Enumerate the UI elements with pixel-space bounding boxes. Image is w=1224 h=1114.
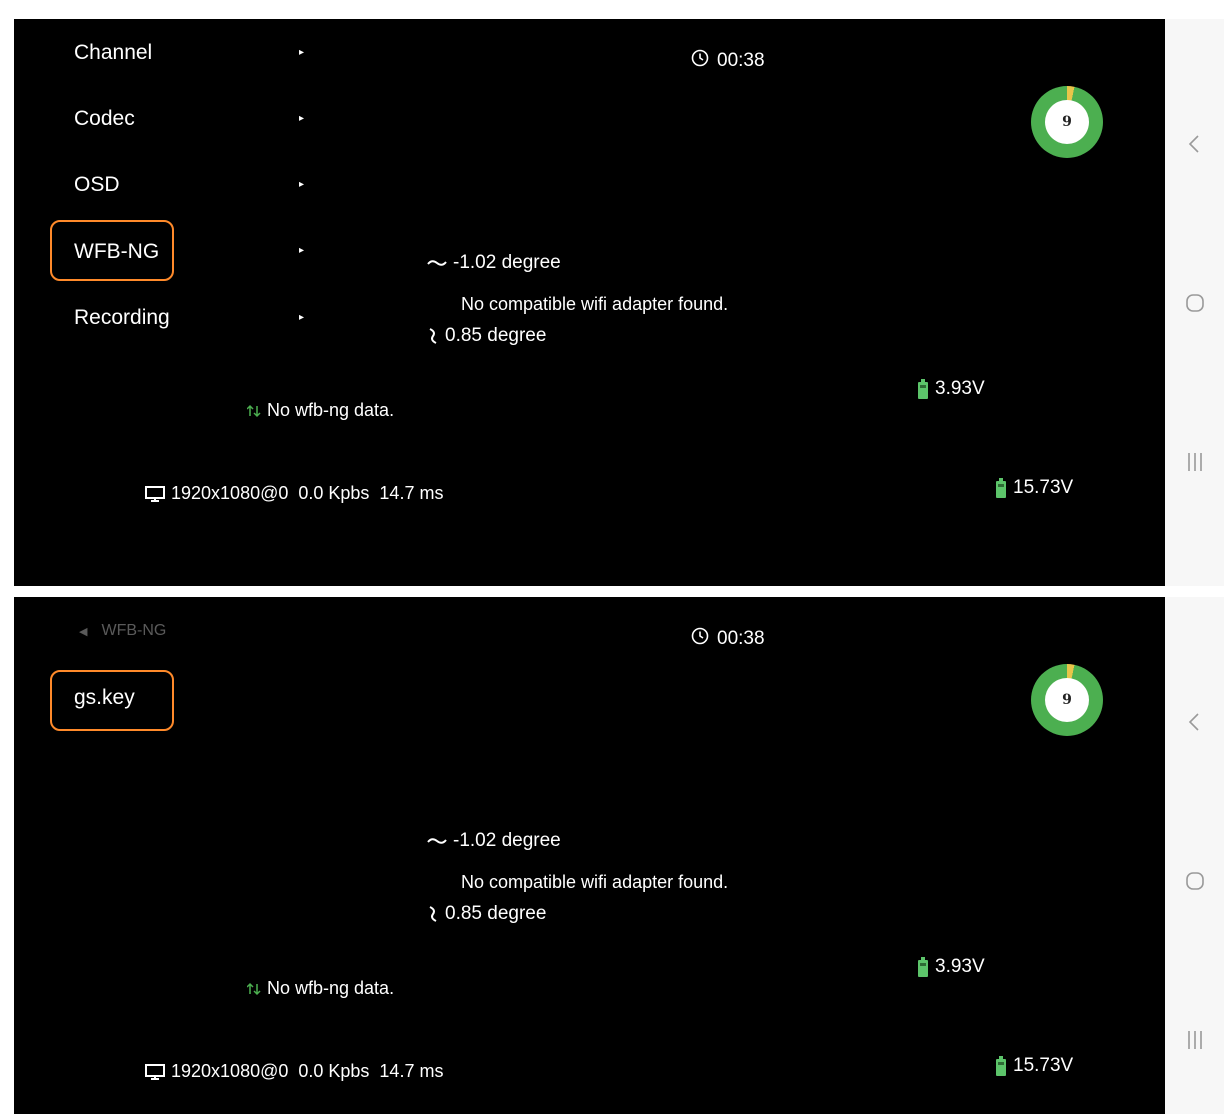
wfb-status: No wfb-ng data.: [247, 978, 394, 999]
breadcrumb[interactable]: ◀ WFB-NG: [79, 622, 166, 640]
home-icon[interactable]: [1183, 291, 1207, 315]
video-stats: 1920x1080@0 0.0 Kpbs 14.7 ms: [145, 483, 443, 504]
menu-item-label: WFB-NG: [74, 240, 160, 263]
menu-item-codec[interactable]: Codec: [74, 107, 135, 131]
battery-icon: [917, 379, 929, 399]
cell-voltage: 3.93V: [917, 378, 985, 400]
battery-icon: [995, 478, 1007, 498]
pitch-icon: [427, 905, 439, 923]
timer-value: 00:38: [717, 50, 765, 71]
pitch-readout: 0.85 degree: [427, 325, 546, 347]
roll-value: -1.02 degree: [453, 830, 561, 851]
battery-icon: [917, 957, 929, 977]
wfb-status-text: No wfb-ng data.: [267, 978, 395, 998]
signal-icon: [247, 982, 261, 996]
menu-item-recording[interactable]: Recording: [74, 306, 170, 330]
roll-icon: [427, 258, 447, 268]
roll-icon: [427, 836, 447, 846]
pitch-value: 0.85 degree: [445, 903, 547, 924]
menu-item-label: Codec: [74, 107, 135, 130]
pitch-value: 0.85 degree: [445, 325, 547, 346]
clock-icon: [691, 49, 709, 73]
roll-readout: -1.02 degree: [427, 252, 561, 274]
roll-value: -1.02 degree: [453, 252, 561, 273]
battery-icon: [995, 1056, 1007, 1076]
chevron-right-icon: ▸: [299, 113, 305, 124]
recents-icon[interactable]: [1183, 450, 1207, 474]
back-icon[interactable]: [1183, 710, 1207, 734]
wifi-warning-text: No compatible wifi adapter found.: [461, 294, 729, 314]
menu-item-gs-key[interactable]: gs.key: [74, 686, 135, 710]
cell-voltage-value: 3.93V: [935, 378, 985, 399]
osd-screen-wfb-submenu: [14, 597, 1165, 1114]
link-quality-gauge: 9: [1031, 664, 1103, 736]
pitch-icon: [427, 327, 439, 345]
menu-item-channel[interactable]: Channel: [74, 41, 152, 65]
back-icon[interactable]: [1183, 132, 1207, 156]
android-nav-bar: [1165, 597, 1224, 1114]
wfb-status: No wfb-ng data.: [247, 400, 394, 421]
monitor-icon: [145, 485, 165, 502]
monitor-icon: [145, 1063, 165, 1080]
pitch-readout: 0.85 degree: [427, 903, 546, 925]
menu-item-osd[interactable]: OSD: [74, 173, 120, 197]
chevron-right-icon: ▸: [299, 179, 305, 190]
cell-voltage-value: 3.93V: [935, 956, 985, 977]
roll-readout: -1.02 degree: [427, 830, 561, 852]
cell-voltage: 3.93V: [917, 956, 985, 978]
wifi-warning: No compatible wifi adapter found.: [461, 294, 728, 315]
video-stats-text: 1920x1080@0 0.0 Kpbs 14.7 ms: [171, 1061, 444, 1081]
menu-item-label: OSD: [74, 173, 120, 196]
gauge-value: 9: [1045, 100, 1089, 144]
chevron-left-icon: ◀: [79, 625, 88, 638]
chevron-right-icon: ▸: [299, 312, 305, 323]
breadcrumb-label: WFB-NG: [101, 622, 167, 639]
chevron-right-icon: ▸: [299, 47, 305, 58]
android-nav-bar: [1165, 19, 1224, 586]
wfb-status-text: No wfb-ng data.: [267, 400, 395, 420]
recents-icon[interactable]: [1183, 1028, 1207, 1052]
clock-icon: [691, 627, 709, 651]
link-quality-gauge: 9: [1031, 86, 1103, 158]
menu-item-wfb-ng[interactable]: WFB-NG: [74, 240, 159, 264]
chevron-right-icon: ▸: [299, 245, 305, 256]
pack-voltage-value: 15.73V: [1013, 477, 1074, 498]
menu-item-label: gs.key: [74, 686, 135, 709]
gauge-value: 9: [1045, 678, 1089, 722]
signal-icon: [247, 404, 261, 418]
video-stats-text: 1920x1080@0 0.0 Kpbs 14.7 ms: [171, 483, 444, 503]
menu-item-label: Channel: [74, 41, 153, 64]
home-icon[interactable]: [1183, 869, 1207, 893]
pack-voltage: 15.73V: [995, 1055, 1073, 1077]
menu-item-label: Recording: [74, 306, 170, 329]
pack-voltage: 15.73V: [995, 477, 1073, 499]
pack-voltage-value: 15.73V: [1013, 1055, 1074, 1076]
flight-timer: 00:38: [691, 49, 765, 73]
wifi-warning: No compatible wifi adapter found.: [461, 872, 728, 893]
video-stats: 1920x1080@0 0.0 Kpbs 14.7 ms: [145, 1061, 443, 1082]
wifi-warning-text: No compatible wifi adapter found.: [461, 872, 729, 892]
timer-value: 00:38: [717, 628, 765, 649]
flight-timer: 00:38: [691, 627, 765, 651]
